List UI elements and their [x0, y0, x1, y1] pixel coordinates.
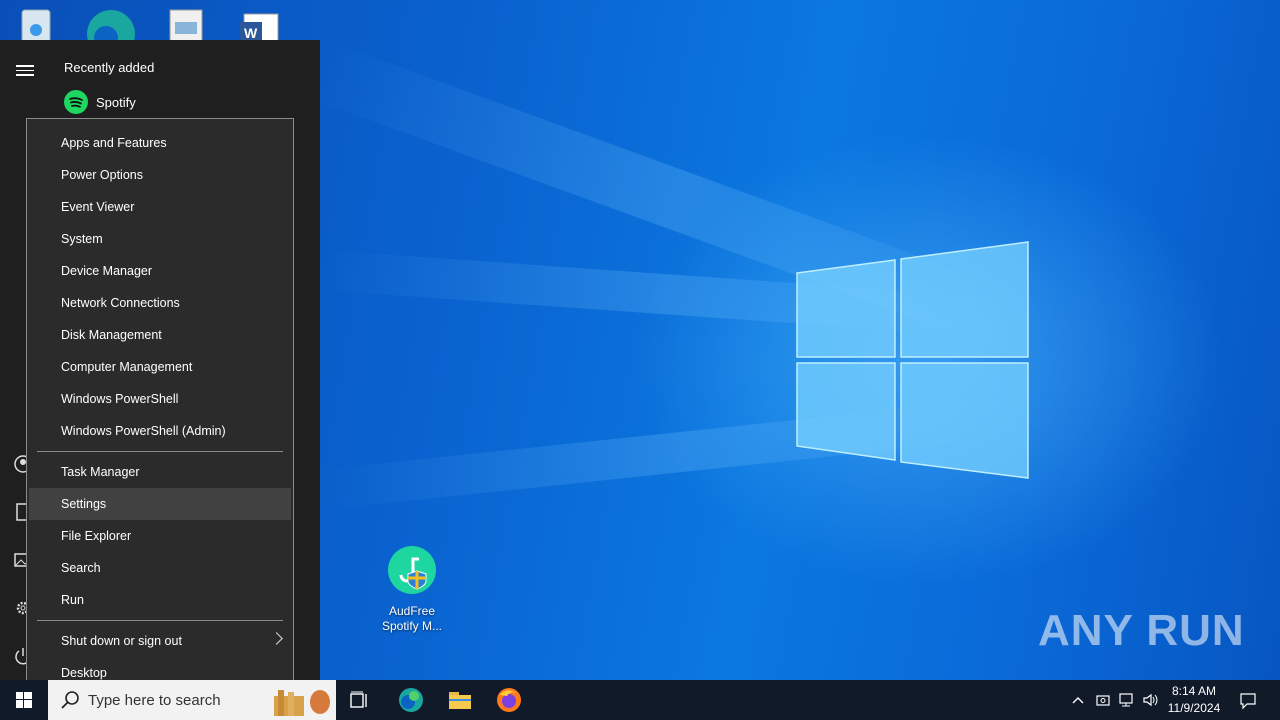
recycle-bin-icon[interactable] [14, 4, 58, 43]
spotify-icon [64, 90, 88, 114]
edge-desktop-icon[interactable] [86, 4, 135, 58]
menu-item-task-manager[interactable]: Task Manager [29, 456, 291, 488]
menu-item-shut-down-or-sign-out[interactable]: Shut down or sign out [29, 625, 291, 657]
task-view-button[interactable] [336, 680, 384, 720]
network-icon[interactable] [1118, 692, 1134, 708]
menu-item-run[interactable]: Run [29, 584, 291, 616]
menu-item-label: Desktop [61, 666, 107, 680]
firefox-taskbar-button[interactable] [485, 680, 533, 720]
menu-item-label: Settings [61, 497, 107, 511]
menu-separator [37, 620, 283, 621]
menu-item-windows-powershell-admin[interactable]: Windows PowerShell (Admin) [29, 415, 291, 447]
volume-icon[interactable] [1142, 692, 1158, 708]
menu-item-system[interactable]: System [29, 223, 291, 255]
menu-item-file-explorer[interactable]: File Explorer [29, 520, 291, 552]
action-center-icon[interactable] [1239, 692, 1256, 710]
menu-item-computer-management[interactable]: Computer Management [29, 351, 291, 383]
clock-date: 11/9/2024 [1167, 701, 1221, 715]
menu-item-label: Power Options [61, 168, 143, 182]
menu-item-label: System [61, 232, 103, 246]
power-user-context-menu: Apps and Features Power Options Event Vi… [26, 118, 294, 696]
search-highlight-icon [274, 690, 330, 716]
shortcut-label-line1: AudFree [388, 604, 436, 618]
menu-item-disk-management[interactable]: Disk Management [29, 319, 291, 351]
menu-item-search[interactable]: Search [29, 552, 291, 584]
spotify-label: Spotify [96, 94, 136, 110]
anyrun-watermark: ANY RUN [1038, 606, 1245, 656]
menu-item-label: Run [61, 593, 84, 607]
menu-item-label: Apps and Features [61, 136, 167, 150]
menu-item-label: Windows PowerShell [61, 392, 179, 406]
chevron-up-icon[interactable] [1070, 692, 1086, 708]
menu-item-settings[interactable]: Settings [29, 488, 291, 520]
menu-item-label: Windows PowerShell (Admin) [61, 424, 226, 438]
search-placeholder: Type here to search [88, 691, 221, 709]
clock-time: 8:14 AM [1171, 684, 1217, 698]
search-icon [61, 691, 79, 709]
meet-now-icon[interactable] [1095, 692, 1111, 708]
menu-item-label: Shut down or sign out [61, 634, 182, 648]
taskbar-search-box[interactable]: Type here to search [48, 680, 336, 720]
audfree-icon [388, 546, 436, 594]
menu-item-event-viewer[interactable]: Event Viewer [29, 191, 291, 223]
menu-item-label: Network Connections [61, 296, 180, 310]
windows-logo [796, 241, 1029, 479]
task-view-icon [350, 691, 367, 708]
start-app-spotify[interactable]: Spotify [64, 90, 136, 114]
start-button[interactable] [0, 680, 48, 720]
menu-item-network-connections[interactable]: Network Connections [29, 287, 291, 319]
menu-item-device-manager[interactable]: Device Manager [29, 255, 291, 287]
audfree-desktop-shortcut[interactable]: AudFree Spotify M... [377, 545, 447, 634]
hamburger-menu-icon[interactable] [16, 62, 34, 79]
menu-item-label: Device Manager [61, 264, 153, 278]
menu-item-label: Disk Management [61, 328, 162, 342]
document-icon[interactable] [168, 4, 212, 43]
watermark-text: ANY RUN [1038, 606, 1245, 655]
taskbar: Type here to search 8:14 AM 11/9/2024 [0, 680, 1280, 720]
file-explorer-icon [449, 692, 471, 709]
chevron-right-icon [270, 632, 283, 645]
taskbar-clock[interactable]: 8:14 AM 11/9/2024 [1164, 683, 1224, 717]
menu-separator [37, 451, 283, 452]
menu-item-label: File Explorer [61, 529, 132, 543]
menu-item-power-options[interactable]: Power Options [29, 159, 291, 191]
menu-item-label: Task Manager [61, 465, 140, 479]
recently-added-heading: Recently added [64, 60, 155, 75]
shortcut-label-line2: Spotify M... [381, 619, 443, 633]
file-explorer-taskbar-button[interactable] [436, 680, 484, 720]
firefox-icon [497, 688, 521, 712]
menu-item-label: Computer Management [61, 360, 193, 374]
word-icon[interactable]: W [240, 4, 284, 43]
windows-start-icon [16, 692, 32, 708]
menu-item-label: Event Viewer [61, 200, 135, 214]
menu-item-apps-and-features[interactable]: Apps and Features [29, 127, 291, 159]
edge-taskbar-button[interactable] [387, 680, 435, 720]
svg-text:W: W [244, 25, 258, 41]
menu-item-windows-powershell[interactable]: Windows PowerShell [29, 383, 291, 415]
edge-icon [399, 688, 423, 712]
menu-item-label: Search [61, 561, 101, 575]
